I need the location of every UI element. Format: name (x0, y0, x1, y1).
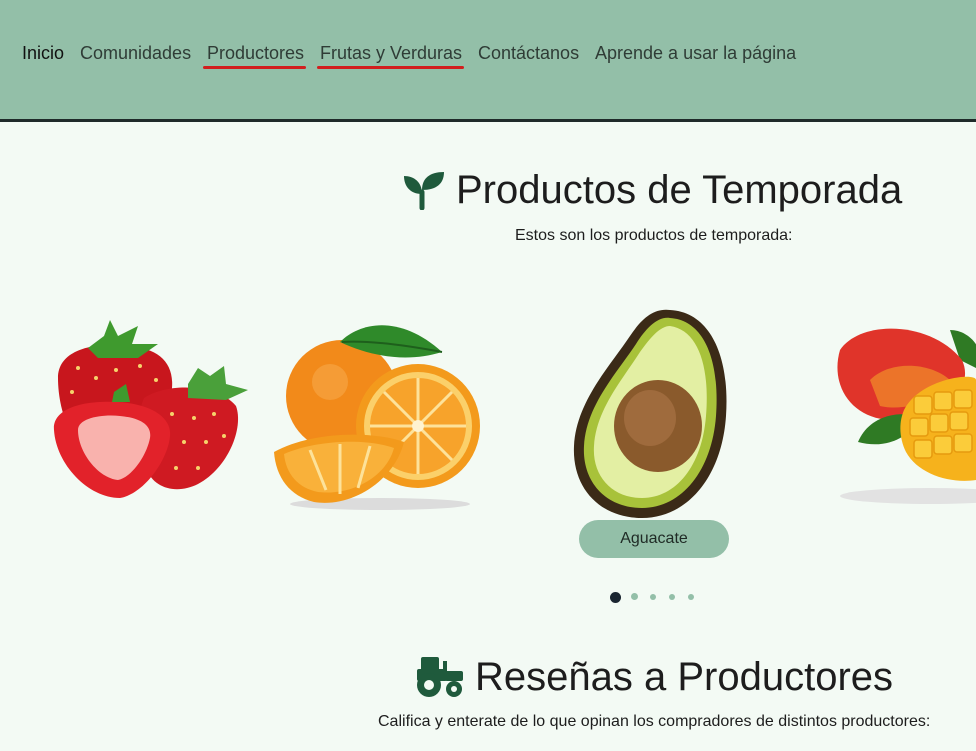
carousel-dot-2[interactable] (631, 593, 638, 600)
productores-underline-highlight (203, 66, 306, 69)
reviews-title: Reseñas a Productores (475, 655, 894, 699)
carousel-dot-3[interactable] (650, 594, 656, 600)
nav-link-aprende[interactable]: Aprende a usar la página (595, 42, 796, 64)
avocado-image (570, 306, 732, 520)
carousel-dot-5[interactable] (688, 594, 694, 600)
frutas-underline-highlight (317, 66, 464, 69)
reviews-subtitle: Califica y enterate de lo que opinan los… (378, 713, 931, 730)
product-label-pill[interactable]: Aguacate (579, 520, 729, 558)
tractor-icon (413, 655, 465, 699)
seasonal-products-title: Productos de Temporada (456, 168, 903, 212)
nav-link-frutas-y-verduras[interactable]: Frutas y Verduras (320, 42, 462, 64)
nav-link-productores[interactable]: Productores (207, 42, 304, 64)
mango-image (810, 300, 976, 525)
carousel-dot-1[interactable] (610, 592, 621, 603)
orange-image (270, 312, 482, 512)
nav-link-comunidades[interactable]: Comunidades (80, 42, 191, 64)
seasonal-products-subtitle: Estos son los productos de temporada: (515, 227, 793, 244)
carousel-dot-4[interactable] (669, 594, 675, 600)
nav-link-inicio[interactable]: Inicio (22, 42, 64, 64)
top-navigation-bar: Inicio Comunidades Productores Frutas y … (0, 0, 976, 122)
strawberry-image (48, 318, 258, 508)
sprout-icon (402, 170, 446, 211)
nav-link-contactanos[interactable]: Contáctanos (478, 42, 579, 64)
